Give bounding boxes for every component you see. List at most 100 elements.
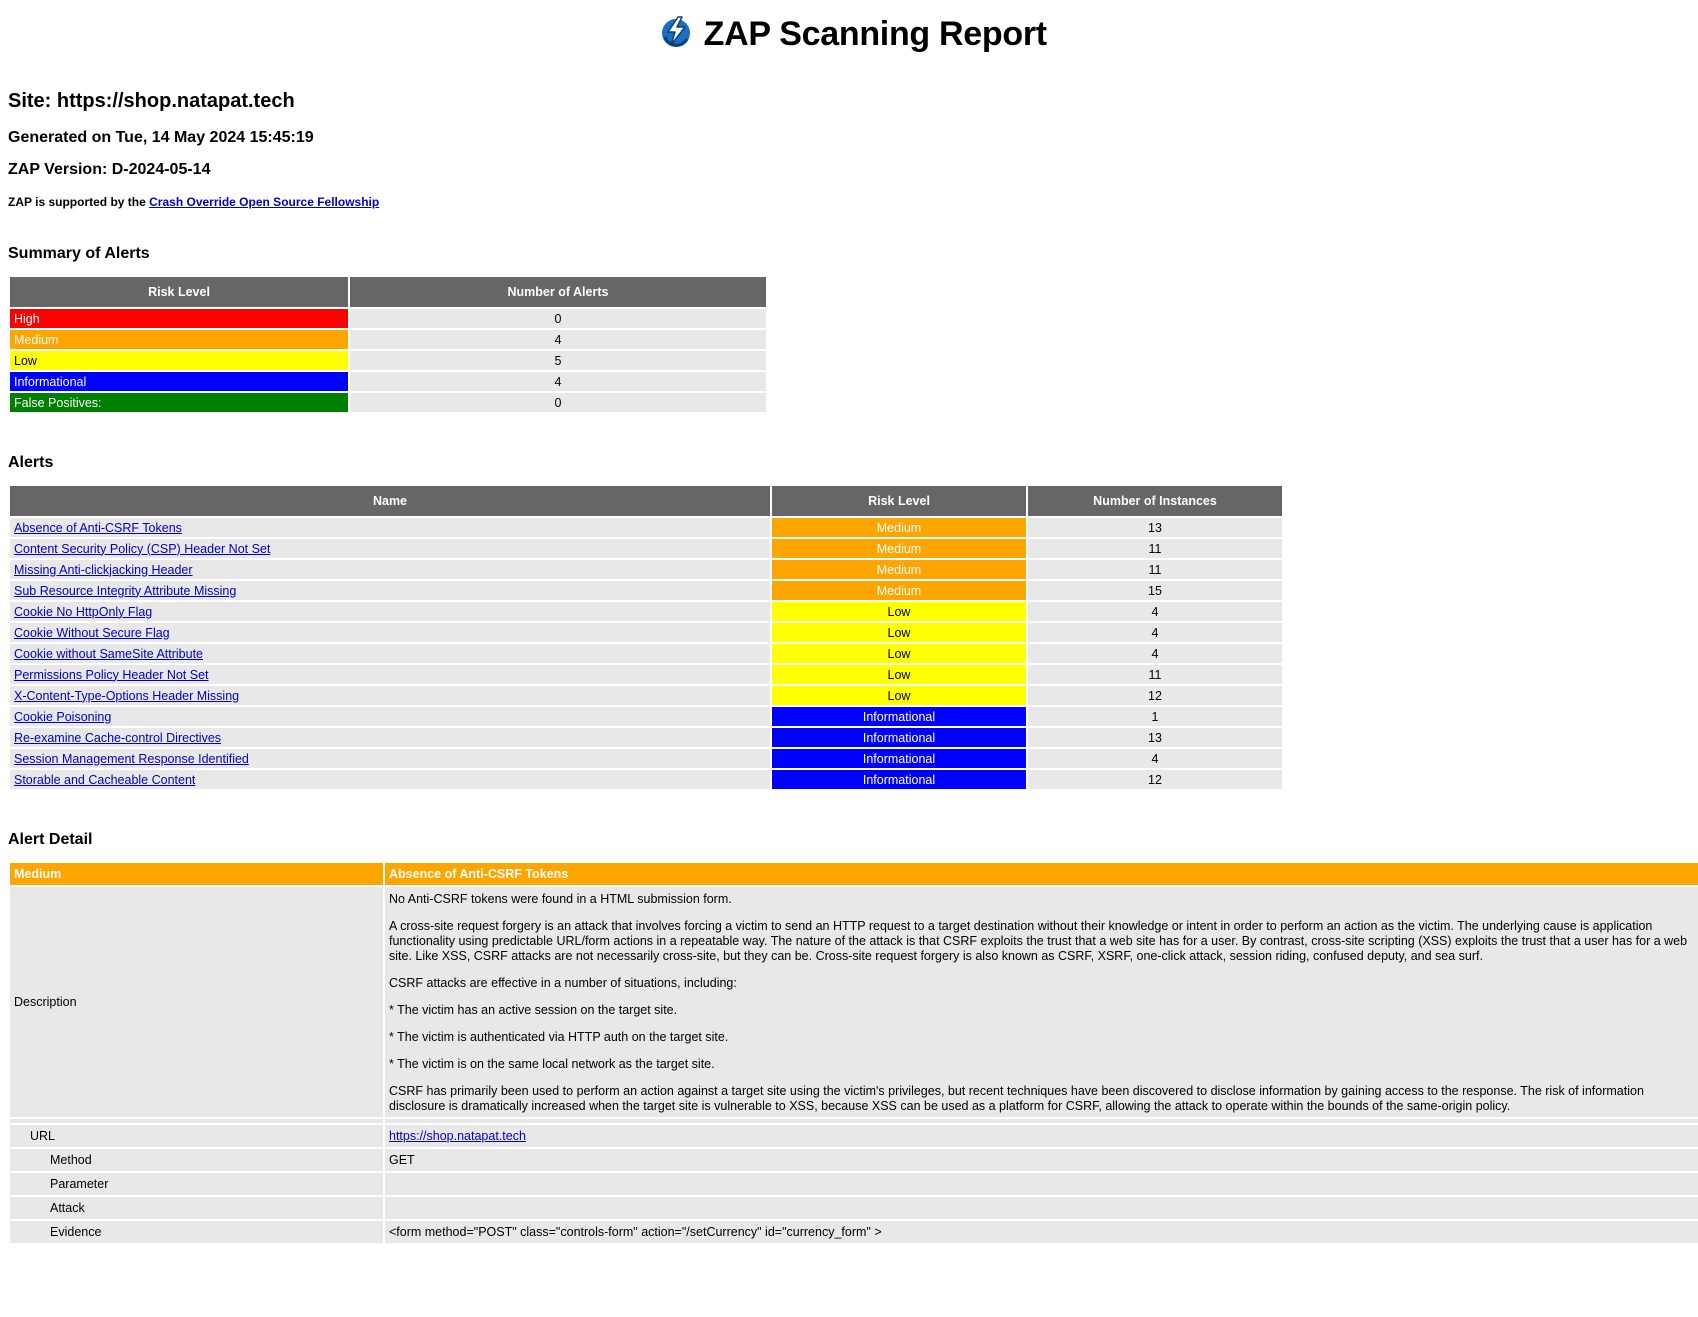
summary-count: 4 [350, 372, 766, 391]
table-row: Cookie No HttpOnly Flag Low 4 [10, 602, 1282, 621]
alert-name-cell: Absence of Anti-CSRF Tokens [10, 518, 770, 537]
alert-instances: 13 [1028, 518, 1282, 537]
table-row: Sub Resource Integrity Attribute Missing… [10, 581, 1282, 600]
summary-risk: High [10, 309, 348, 328]
url-value-cell: https://shop.natapat.tech [385, 1125, 1698, 1147]
report-header: ZAP Scanning Report [8, 0, 1698, 65]
description-paragraph: * The victim is on the same local networ… [389, 1057, 715, 1071]
description-paragraph: A cross-site request forgery is an attac… [389, 919, 1688, 963]
summary-count: 0 [350, 393, 766, 412]
summary-risk: Low [10, 351, 348, 370]
fellowship-link[interactable]: Crash Override Open Source Fellowship [149, 195, 379, 209]
detail-title: Absence of Anti-CSRF Tokens [385, 863, 1698, 885]
parameter-row: Parameter [10, 1173, 1698, 1195]
detail-risk: Medium [10, 863, 383, 885]
detail-header-row: Medium Absence of Anti-CSRF Tokens [10, 863, 1698, 885]
alert-risk: Low [772, 686, 1026, 705]
alert-instances: 4 [1028, 644, 1282, 663]
description-label: Description [10, 887, 383, 1117]
alert-risk: Medium [772, 539, 1026, 558]
alert-instances: 11 [1028, 539, 1282, 558]
alert-instances: 12 [1028, 770, 1282, 789]
alert-instances: 13 [1028, 728, 1282, 747]
alert-link[interactable]: Re-examine Cache-control Directives [14, 731, 221, 745]
table-row: Storable and Cacheable Content Informati… [10, 770, 1282, 789]
detail-spacer [10, 1119, 1698, 1123]
alert-risk: Informational [772, 770, 1026, 789]
alerts-col-risk: Risk Level [772, 486, 1026, 516]
alert-instances: 11 [1028, 665, 1282, 684]
alert-name-cell: Cookie without SameSite Attribute [10, 644, 770, 663]
alert-risk: Informational [772, 749, 1026, 768]
alerts-heading: Alerts [8, 454, 54, 471]
table-row: Absence of Anti-CSRF Tokens Medium 13 [10, 518, 1282, 537]
alert-link[interactable]: Cookie Without Secure Flag [14, 626, 170, 640]
description-paragraph: * The victim is authenticated via HTTP a… [389, 1030, 729, 1044]
alert-name-cell: Re-examine Cache-control Directives [10, 728, 770, 747]
summary-row-high: High 0 [10, 309, 766, 328]
alert-link[interactable]: Sub Resource Integrity Attribute Missing [14, 584, 236, 598]
table-row: Re-examine Cache-control Directives Info… [10, 728, 1282, 747]
alert-risk: Informational [772, 707, 1026, 726]
alert-link[interactable]: X-Content-Type-Options Header Missing [14, 689, 239, 703]
table-row: Permissions Policy Header Not Set Low 11 [10, 665, 1282, 684]
alert-link[interactable]: Permissions Policy Header Not Set [14, 668, 209, 682]
alert-link[interactable]: Session Management Response Identified [14, 752, 249, 766]
alert-link[interactable]: Cookie Poisoning [14, 710, 111, 724]
summary-row-informational: Informational 4 [10, 372, 766, 391]
alert-name-cell: Sub Resource Integrity Attribute Missing [10, 581, 770, 600]
table-row: Cookie Poisoning Informational 1 [10, 707, 1282, 726]
summary-row-medium: Medium 4 [10, 330, 766, 349]
alert-name-cell: Storable and Cacheable Content [10, 770, 770, 789]
evidence-row: Evidence <form method="POST" class="cont… [10, 1221, 1698, 1243]
alert-name-cell: Cookie Without Secure Flag [10, 623, 770, 642]
description-paragraph: No Anti-CSRF tokens were found in a HTML… [389, 892, 732, 906]
alert-instances: 4 [1028, 749, 1282, 768]
alert-risk: Low [772, 644, 1026, 663]
alert-risk: Low [772, 623, 1026, 642]
alert-link[interactable]: Storable and Cacheable Content [14, 773, 195, 787]
attack-label: Attack [10, 1197, 383, 1219]
summary-risk: Medium [10, 330, 348, 349]
alert-name-cell: Missing Anti-clickjacking Header [10, 560, 770, 579]
attack-value [385, 1197, 1698, 1219]
alert-link[interactable]: Missing Anti-clickjacking Header [14, 563, 193, 577]
alerts-col-instances: Number of Instances [1028, 486, 1282, 516]
support-text: ZAP is supported by the [8, 195, 146, 209]
alert-risk: Low [772, 602, 1026, 621]
report-page: ZAP Scanning Report Site: https://shop.n… [0, 0, 1698, 1245]
alert-risk: Medium [772, 581, 1026, 600]
alert-instances: 4 [1028, 623, 1282, 642]
evidence-label: Evidence [10, 1221, 383, 1243]
attack-row: Attack [10, 1197, 1698, 1219]
report-title: ZAP Scanning Report [703, 15, 1047, 53]
alert-name-cell: Permissions Policy Header Not Set [10, 665, 770, 684]
method-label: Method [10, 1149, 383, 1171]
site-heading: Site: https://shop.natapat.tech [8, 90, 295, 112]
alerts-table: Name Risk Level Number of Instances Abse… [8, 484, 1284, 791]
alert-risk: Medium [772, 518, 1026, 537]
summary-count: 0 [350, 309, 766, 328]
url-link[interactable]: https://shop.natapat.tech [389, 1129, 526, 1143]
alert-instances: 1 [1028, 707, 1282, 726]
method-value: GET [385, 1149, 1698, 1171]
parameter-value [385, 1173, 1698, 1195]
alert-instances: 4 [1028, 602, 1282, 621]
alert-link[interactable]: Cookie No HttpOnly Flag [14, 605, 152, 619]
url-label: URL [10, 1125, 383, 1147]
table-row: Cookie without SameSite Attribute Low 4 [10, 644, 1282, 663]
summary-count: 5 [350, 351, 766, 370]
description-paragraph: * The victim has an active session on th… [389, 1003, 678, 1017]
alert-link[interactable]: Content Security Policy (CSP) Header Not… [14, 542, 270, 556]
alert-link[interactable]: Absence of Anti-CSRF Tokens [14, 521, 182, 535]
alert-risk: Informational [772, 728, 1026, 747]
generated-date: Generated on Tue, 14 May 2024 15:45:19 [8, 129, 314, 146]
zap-logo-icon [659, 15, 693, 49]
alert-detail-heading: Alert Detail [8, 831, 93, 848]
summary-heading: Summary of Alerts [8, 245, 150, 262]
alert-link[interactable]: Cookie without SameSite Attribute [14, 647, 203, 661]
alert-name-cell: Cookie Poisoning [10, 707, 770, 726]
summary-col-count: Number of Alerts [350, 277, 766, 307]
summary-risk: False Positives: [10, 393, 348, 412]
summary-table: Risk Level Number of Alerts High 0 Mediu… [8, 275, 768, 414]
